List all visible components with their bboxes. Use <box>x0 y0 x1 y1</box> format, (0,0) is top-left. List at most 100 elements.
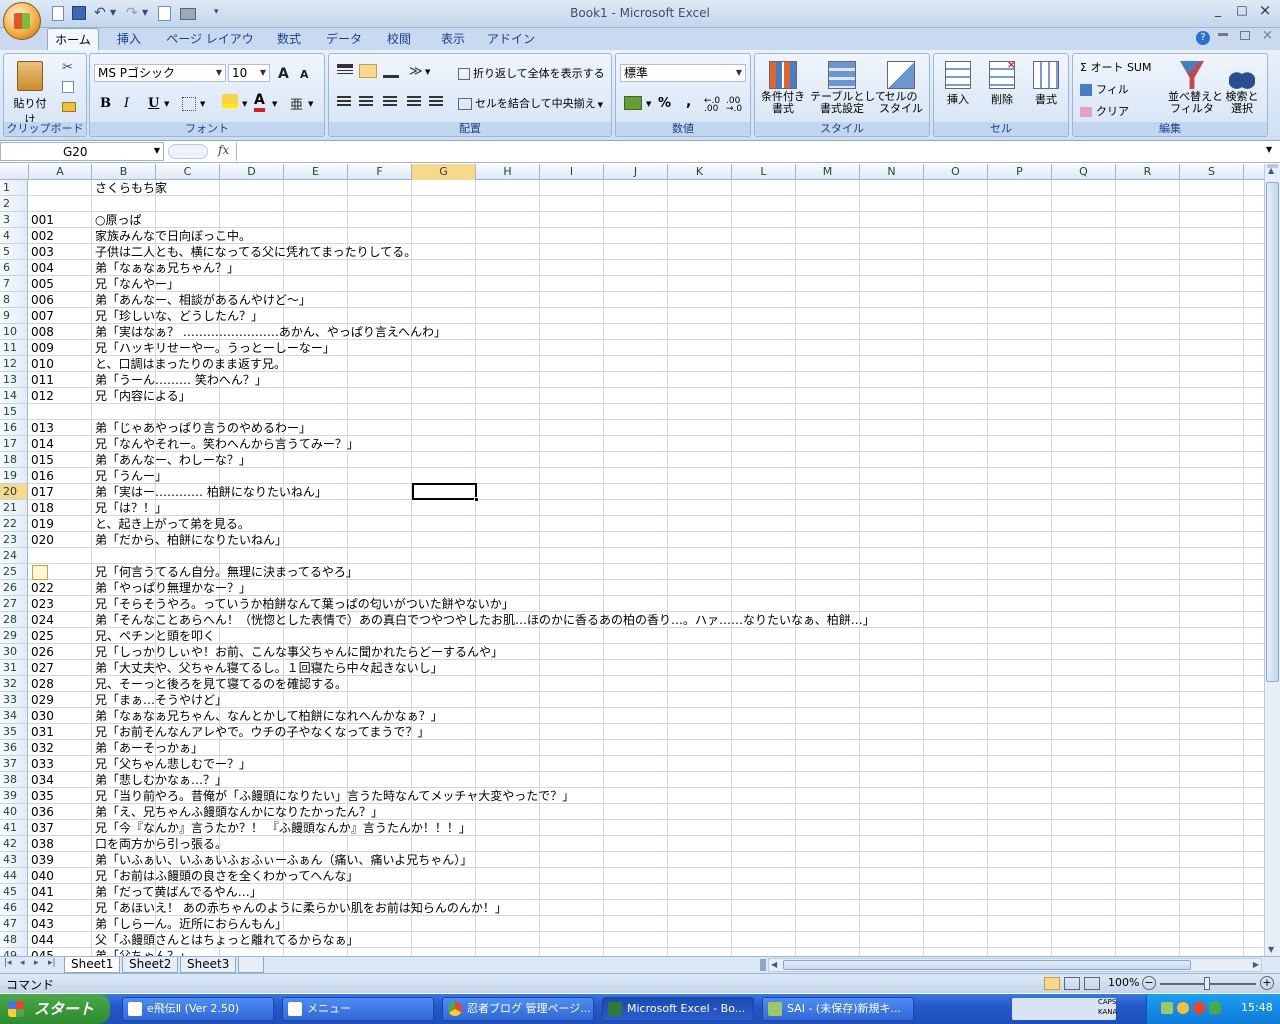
paste-button[interactable]: 貼り付け <box>8 58 52 126</box>
column-header-l[interactable]: L <box>732 164 796 180</box>
row-header[interactable]: 15 <box>0 404 28 420</box>
underline-button[interactable]: U <box>148 96 159 111</box>
row-header[interactable]: 20 <box>0 484 28 500</box>
row-header[interactable]: 9 <box>0 308 28 324</box>
taskbar-item-browser[interactable]: 忍者ブログ 管理ページ... <box>442 997 594 1021</box>
row-header[interactable]: 43 <box>0 852 28 868</box>
normal-view-icon[interactable] <box>1044 977 1060 990</box>
row-header[interactable]: 18 <box>0 452 28 468</box>
align-left-icon[interactable] <box>337 96 351 108</box>
row-header[interactable]: 12 <box>0 356 28 372</box>
column-header-n[interactable]: N <box>860 164 924 180</box>
cell-a[interactable]: 013 <box>29 420 92 436</box>
cell-a[interactable]: 024 <box>29 612 92 628</box>
row-header[interactable]: 39 <box>0 788 28 804</box>
cell-b[interactable]: と、口調はまったりのまま返す兄。 <box>93 356 286 372</box>
cell-a[interactable]: 045 <box>29 948 92 956</box>
cell-a[interactable]: 002 <box>29 228 92 244</box>
cell-a[interactable]: 040 <box>29 868 92 884</box>
redo-icon[interactable]: ↷ <box>126 5 138 21</box>
font-color-icon[interactable]: A <box>254 92 265 112</box>
sheet-tab-2[interactable]: Sheet2 <box>122 957 179 973</box>
cell-b[interactable]: と、起き上がって弟を見る。 <box>93 516 250 532</box>
ribbon-restore-icon[interactable] <box>1240 31 1250 40</box>
page-break-view-icon[interactable] <box>1084 977 1100 990</box>
align-middle-icon[interactable] <box>359 64 377 78</box>
cell-a[interactable]: 017 <box>29 484 92 500</box>
row-header[interactable]: 41 <box>0 820 28 836</box>
cut-icon[interactable]: ✂ <box>62 60 73 75</box>
bold-button[interactable]: B <box>100 96 111 111</box>
cell-b[interactable]: 兄「父ちゃん悲しむでー？」 <box>93 756 251 772</box>
minimize-button[interactable]: _ <box>1210 3 1226 17</box>
cell-b[interactable]: 弟「父ちゃん？」 <box>93 948 191 956</box>
formula-bar-expand-icon[interactable] <box>168 144 208 159</box>
cell-a[interactable]: 026 <box>29 644 92 660</box>
print-preview-icon[interactable] <box>158 6 171 21</box>
cell-b[interactable]: 兄、ペチンと頭を叩く <box>93 628 215 644</box>
row-header[interactable]: 48 <box>0 932 28 948</box>
cell-a[interactable]: 007 <box>29 308 92 324</box>
column-header-g[interactable]: G <box>412 164 476 180</box>
cell-a[interactable] <box>29 196 92 212</box>
row-header[interactable]: 3 <box>0 212 28 228</box>
tray-app-icon[interactable] <box>1193 1002 1205 1014</box>
cell-b[interactable]: 兄「何言うてるん自分。無理に決まってるやろ」 <box>93 564 358 580</box>
row-header[interactable]: 34 <box>0 708 28 724</box>
cell-b[interactable] <box>93 548 95 564</box>
customize-qat-icon[interactable]: ▾ <box>214 7 219 17</box>
cell-b[interactable]: 父「ふ饅頭さんとはちょっと離れてるからなぁ」 <box>93 932 359 948</box>
cell-b[interactable]: 兄「まぁ…そうやけど」 <box>93 692 227 708</box>
row-header[interactable]: 6 <box>0 260 28 276</box>
scroll-left-icon[interactable]: ◀ <box>771 960 777 969</box>
comma-button[interactable]: , <box>686 94 691 110</box>
cell-a[interactable]: 030 <box>29 708 92 724</box>
grow-font-icon[interactable]: A <box>278 66 289 82</box>
cell-a[interactable]: 010 <box>29 356 92 372</box>
tab-addins[interactable]: アドイン <box>486 28 536 50</box>
format-painter-icon[interactable] <box>62 102 76 112</box>
column-header-f[interactable]: F <box>348 164 412 180</box>
row-header[interactable]: 26 <box>0 580 28 596</box>
formula-input[interactable] <box>236 142 1262 161</box>
cell-b[interactable]: 兄「お前はふ饅頭の良さを全くわかってへんな」 <box>93 868 358 884</box>
tab-page-layout[interactable]: ページ レイアウト <box>162 28 258 68</box>
cell-b[interactable]: 兄「あほいえ！ あの赤ちゃんのように柔らかい肌をお前は知らんのんか！」 <box>93 900 507 916</box>
cell-a[interactable]: 043 <box>29 916 92 932</box>
formula-bar-collapse-icon[interactable]: ▼ <box>1266 145 1272 154</box>
column-header-i[interactable]: I <box>540 164 604 180</box>
taskbar-item-excel[interactable]: Microsoft Excel - Bo... <box>602 997 754 1021</box>
zoom-slider-thumb[interactable] <box>1204 977 1210 990</box>
row-header[interactable]: 33 <box>0 692 28 708</box>
decrease-decimal-icon[interactable]: .00 →.0 <box>726 97 742 114</box>
column-header-m[interactable]: M <box>796 164 860 180</box>
row-header[interactable]: 8 <box>0 292 28 308</box>
column-header-o[interactable]: O <box>924 164 988 180</box>
zoom-level[interactable]: 100% <box>1108 976 1139 989</box>
fill-button[interactable]: フィル <box>1079 80 1159 96</box>
column-header-b[interactable]: B <box>92 164 156 180</box>
row-header[interactable]: 10 <box>0 324 28 340</box>
taskbar-item-sai[interactable]: SAI - (未保存)新規キ... <box>762 997 914 1021</box>
cell-a[interactable] <box>29 180 92 196</box>
cell-b[interactable] <box>93 196 95 212</box>
cell-a[interactable]: 011 <box>29 372 92 388</box>
cell-a[interactable]: 019 <box>29 516 92 532</box>
cell-b[interactable]: 弟「しらーん。近所におらんもん」 <box>93 916 287 932</box>
cell-a[interactable]: 028 <box>29 676 92 692</box>
cell-b[interactable]: 弟「やっぱり無理かなー？」 <box>93 580 251 596</box>
align-right-icon[interactable] <box>383 96 397 108</box>
row-header[interactable]: 37 <box>0 756 28 772</box>
cell-a[interactable]: 031 <box>29 724 92 740</box>
row-header[interactable]: 47 <box>0 916 28 932</box>
cell-a[interactable]: 001 <box>29 212 92 228</box>
conditional-format-button[interactable]: 条件付き 書式 <box>757 58 809 120</box>
cell-a[interactable]: 022 <box>29 580 92 596</box>
cell-b[interactable]: 兄「お前そんなんアレやで。ウチの子やなくなってまうで？」 <box>93 724 429 740</box>
fill-color-icon[interactable] <box>222 94 238 108</box>
increase-indent-icon[interactable] <box>429 96 443 108</box>
column-header-h[interactable]: H <box>476 164 540 180</box>
taskbar-item-menu[interactable]: メニュー <box>282 997 434 1021</box>
row-header[interactable]: 40 <box>0 804 28 820</box>
select-all-corner[interactable] <box>0 164 29 180</box>
